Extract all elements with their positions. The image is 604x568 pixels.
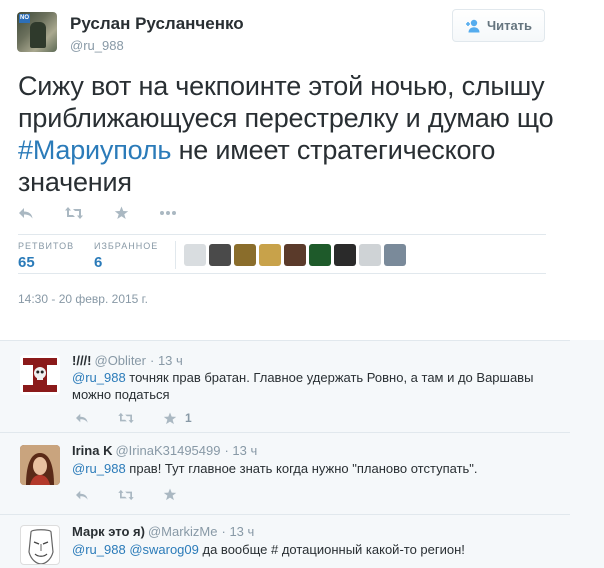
reply-item[interactable]: Irina K @IrinaK31495499 · 13 ч @ru_988 пра… (0, 432, 570, 510)
add-user-icon (465, 19, 480, 32)
reply-author-handle[interactable]: @Obliter (95, 353, 147, 368)
mention-link-2[interactable]: @swarog09 (129, 542, 199, 557)
favorites-count: 6 (94, 254, 103, 271)
retweet-icon[interactable] (117, 489, 135, 501)
favoriter-avatar[interactable] (259, 244, 281, 266)
favoriter-avatars (184, 244, 406, 266)
reply-avatar[interactable] (20, 355, 60, 395)
favoriter-avatar[interactable] (384, 244, 406, 266)
tweet-text: Сижу вот на чекпоинте этой ночью, слышу … (18, 70, 578, 198)
reply-item[interactable]: Марк это я) @MarkizMe · 13 ч @ru_988 @swar… (0, 514, 570, 568)
avatar-badge: NO (19, 14, 30, 23)
reply-icon[interactable] (75, 489, 89, 501)
main-tweet: NO Руслан Русланченко @ru_988 Читать Сиж… (0, 0, 604, 330)
reply-avatar[interactable] (20, 445, 60, 485)
reply-favorite-count: 1 (185, 411, 192, 425)
retweets-stat[interactable]: РЕТВИТОВ 65 (18, 241, 74, 271)
author-handle[interactable]: @ru_988 (70, 38, 124, 53)
reply-text: @ru_988 @swarog09 да вообще # дотационны… (72, 541, 552, 558)
reply-body: прав! Тут главное знать когда нужно "пла… (125, 461, 478, 476)
favoriter-avatar[interactable] (184, 244, 206, 266)
replies-list: !///! @Obliter · 13 ч @ru_988 точняк прав … (0, 340, 604, 568)
favorites-label: ИЗБРАННОЕ (94, 241, 159, 251)
tweet-stats: РЕТВИТОВ 65 ИЗБРАННОЕ 6 (18, 234, 546, 274)
reply-actions (75, 488, 205, 501)
retweet-icon[interactable] (117, 412, 135, 424)
follow-label: Читать (486, 18, 533, 33)
avatar-figure (30, 22, 46, 48)
reply-avatar[interactable] (20, 525, 60, 565)
author-name[interactable]: Руслан Русланченко (70, 14, 244, 34)
favoriter-avatar[interactable] (284, 244, 306, 266)
star-icon[interactable] (114, 206, 129, 220)
reply-author-handle[interactable]: @MarkizMe (148, 524, 218, 539)
favoriter-avatar[interactable] (309, 244, 331, 266)
reply-author-name[interactable]: Марк это я) (72, 524, 145, 539)
reply-icon[interactable] (75, 412, 89, 424)
retweet-icon[interactable] (64, 206, 84, 220)
star-icon[interactable] (163, 411, 177, 425)
woman-portrait-icon (20, 445, 60, 485)
reply-author-name[interactable]: Irina K (72, 443, 112, 458)
reply-header: Irina K @IrinaK31495499 · 13 ч (72, 443, 257, 458)
skull-logo-icon (23, 358, 57, 392)
favoriter-avatar[interactable] (234, 244, 256, 266)
stats-divider (175, 241, 176, 269)
tweet-timestamp[interactable]: 14:30 - 20 февр. 2015 г. (18, 292, 148, 306)
mention-link[interactable]: @ru_988 (72, 370, 126, 385)
mention-link[interactable]: @ru_988 (72, 542, 126, 557)
reply-time[interactable]: · 13 ч (150, 353, 183, 368)
follow-button[interactable]: Читать (452, 9, 545, 42)
more-icon[interactable] (159, 210, 177, 216)
reply-author-handle[interactable]: @IrinaK31495499 (115, 443, 220, 458)
reply-body: да вообще # дотационный какой-то регион! (198, 542, 465, 557)
reply-header: Марк это я) @MarkizMe · 13 ч (72, 524, 254, 539)
tweet-text-before: Сижу вот на чекпоинте этой ночью, слышу … (18, 71, 554, 133)
retweets-label: РЕТВИТОВ (18, 241, 75, 251)
author-avatar[interactable]: NO (17, 12, 57, 52)
favoriter-avatar[interactable] (209, 244, 231, 266)
reply-text: @ru_988 точняк прав братан. Главное удер… (72, 369, 552, 403)
reply-author-name[interactable]: !///! (72, 353, 92, 368)
reply-time[interactable]: · 13 ч (224, 443, 257, 458)
retweets-count: 65 (18, 254, 35, 271)
reply-item[interactable]: !///! @Obliter · 13 ч @ru_988 точняк прав … (0, 340, 570, 428)
favoriter-avatar[interactable] (334, 244, 356, 266)
hashtag-link[interactable]: #Мариуполь (18, 135, 171, 165)
tweet-actions (18, 203, 207, 223)
reply-actions: 1 (75, 411, 192, 425)
star-icon[interactable] (163, 488, 177, 501)
favoriter-avatar[interactable] (359, 244, 381, 266)
reply-icon[interactable] (18, 206, 34, 220)
reply-body: точняк прав братан. Главное удержать Ров… (72, 370, 534, 402)
favorites-stat[interactable]: ИЗБРАННОЕ 6 (94, 241, 158, 271)
reply-time[interactable]: · 13 ч (222, 524, 255, 539)
mask-sketch-icon (28, 529, 54, 564)
mention-link[interactable]: @ru_988 (72, 461, 126, 476)
reply-header: !///! @Obliter · 13 ч (72, 353, 183, 368)
reply-text: @ru_988 прав! Тут главное знать когда ну… (72, 460, 552, 477)
